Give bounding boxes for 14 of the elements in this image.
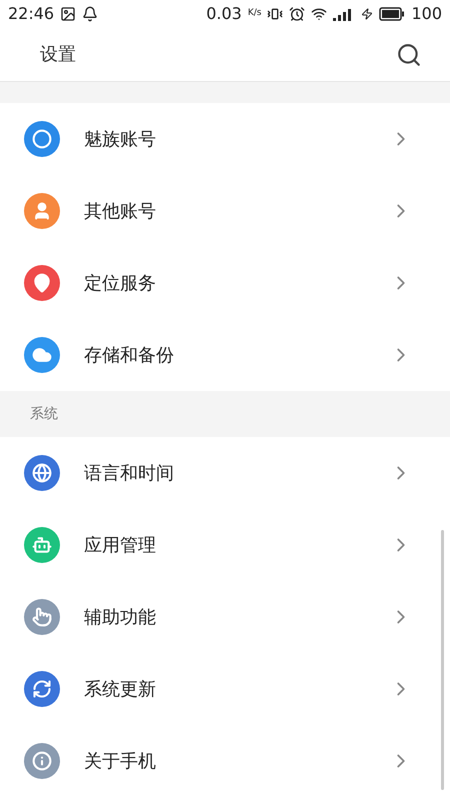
status-time: 22:46: [8, 3, 54, 25]
speed-unit: K/s: [248, 7, 262, 20]
network-speed: 0.03: [206, 3, 242, 25]
battery-level: 100: [411, 3, 442, 25]
vibrate-icon: [267, 6, 284, 22]
charging-icon: [361, 8, 374, 20]
battery-icon: [379, 7, 406, 21]
picture-notification-icon: [60, 6, 76, 22]
alarm-icon: [289, 6, 306, 22]
search-button[interactable]: [396, 42, 422, 68]
bell-icon: [82, 6, 98, 22]
page-title: 设置: [40, 43, 77, 67]
wifi-icon: [311, 6, 328, 22]
section-header: 系统: [0, 391, 450, 437]
